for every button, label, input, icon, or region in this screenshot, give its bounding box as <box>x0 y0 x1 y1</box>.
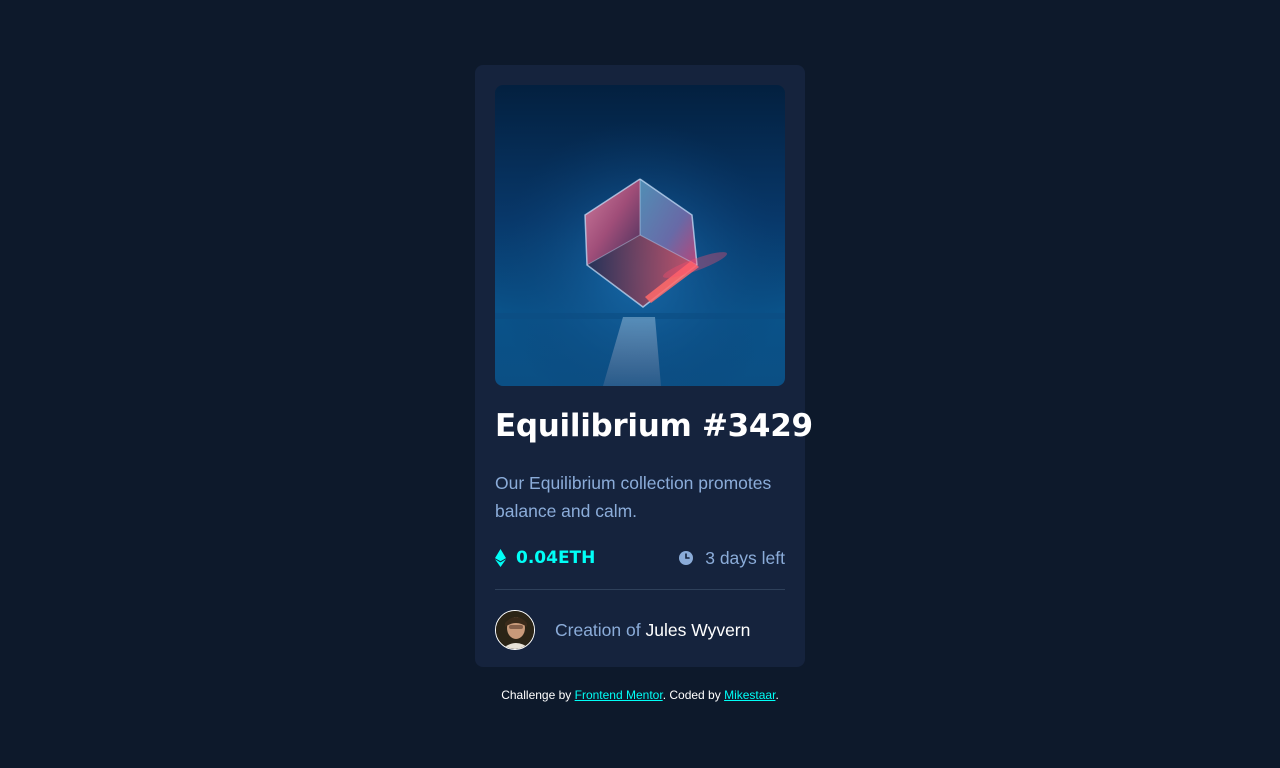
cube-image <box>495 85 785 386</box>
nft-image[interactable] <box>495 85 785 386</box>
avatar <box>495 610 535 650</box>
attribution-prefix: Challenge by <box>501 688 572 702</box>
price-value: 0.04ETH <box>516 548 596 568</box>
attribution: Challenge by Frontend Mentor. Coded by M… <box>0 686 1280 704</box>
creator-name[interactable]: Jules Wyvern <box>645 620 750 640</box>
price-stat: 0.04ETH <box>495 548 595 568</box>
nft-title[interactable]: Equilibrium #3429 <box>495 408 813 448</box>
frontend-mentor-link[interactable]: Frontend Mentor <box>575 688 663 702</box>
mikestaar-link[interactable]: Mikestaar <box>724 688 775 702</box>
creator-row: Creation of Jules Wyvern <box>495 609 785 651</box>
divider <box>495 589 785 590</box>
ethereum-icon <box>495 549 506 567</box>
nft-card: Equilibrium #3429 Our Equilibrium collec… <box>475 65 813 667</box>
time-stat: 3 days left <box>679 548 785 569</box>
attribution-middle: . Coded by <box>662 688 721 702</box>
creator-prefix: Creation of <box>555 619 641 640</box>
nft-description: Our Equilibrium collection promotes bala… <box>495 473 772 521</box>
clock-icon <box>679 551 694 565</box>
time-left: 3 days left <box>705 547 785 568</box>
creator-text: Creation of Jules Wyvern <box>555 620 750 641</box>
attribution-suffix: . <box>775 688 779 702</box>
avatar-portrait <box>496 611 534 649</box>
nft-stats: 0.04ETH 3 days left <box>495 544 785 572</box>
